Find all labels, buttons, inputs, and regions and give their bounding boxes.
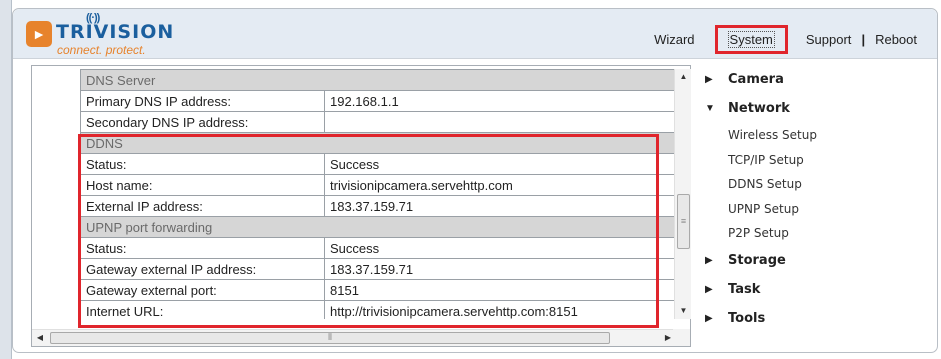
settings-sidebar: ▶ Camera ▼ Network Wireless Setup TCP/IP…: [705, 65, 925, 333]
table-row: Status: Success: [80, 237, 675, 259]
table-section-header: DDNS: [80, 132, 675, 154]
horizontal-scrollbar[interactable]: ◀ ⫴ ▶: [32, 329, 674, 346]
app-frame: ► ((·)) TRIVISION connect. protect. Wiza…: [12, 8, 938, 353]
sidebar-item-task[interactable]: ▶ Task: [705, 275, 925, 304]
nav-system-label: System: [727, 31, 775, 48]
nav-system-link[interactable]: System: [714, 25, 788, 54]
scroll-down-arrow-icon[interactable]: ▼: [675, 303, 692, 319]
triangle-right-icon: ▶: [705, 254, 713, 266]
sidebar-item-network[interactable]: ▼ Network: [705, 94, 925, 123]
sidebar-item-label: Network: [728, 101, 790, 116]
field-label: Internet URL:: [80, 300, 325, 319]
status-panel: DNS Server Primary DNS IP address: 192.168…: [31, 65, 691, 347]
table-row: Gateway external port: 8151: [80, 279, 675, 301]
header-bar: ► ((·)) TRIVISION connect. protect. Wiza…: [13, 9, 937, 59]
brand-logo[interactable]: ► ((·)) TRIVISION connect. protect.: [26, 12, 226, 57]
window-left-edge: [0, 0, 12, 359]
field-value: 183.37.159.71: [324, 258, 675, 280]
sidebar-item-tools[interactable]: ▶ Tools: [705, 304, 925, 333]
field-label: Gateway external IP address:: [80, 258, 325, 280]
triangle-right-icon: ▶: [705, 312, 713, 324]
field-value: 192.168.1.1: [324, 90, 675, 112]
table-row: Gateway external IP address: 183.37.159.7…: [80, 258, 675, 280]
status-table: DNS Server Primary DNS IP address: 192.168…: [80, 69, 675, 319]
status-table-viewport: DNS Server Primary DNS IP address: 192.168…: [80, 69, 675, 319]
field-label: Primary DNS IP address:: [80, 90, 325, 112]
brand-tagline: connect. protect.: [57, 43, 146, 57]
table-row: Status: Success: [80, 153, 675, 175]
triangle-down-icon: ▼: [705, 103, 715, 114]
horizontal-scroll-thumb[interactable]: ⫴: [50, 332, 610, 344]
field-label: Gateway external port:: [80, 279, 325, 301]
table-row: Primary DNS IP address: 192.168.1.1: [80, 90, 675, 112]
sidebar-item-storage[interactable]: ▶ Storage: [705, 246, 925, 275]
section-title: UPNP port forwarding: [80, 216, 675, 238]
sidebar-subitem-wireless-setup[interactable]: Wireless Setup: [705, 123, 925, 148]
scroll-left-arrow-icon[interactable]: ◀: [32, 330, 48, 347]
table-section-header: UPNP port forwarding: [80, 216, 675, 238]
vertical-scrollbar[interactable]: ▲ ≡ ▼: [674, 69, 691, 319]
section-title: DNS Server: [80, 69, 675, 91]
sidebar-subitem-ddns-setup[interactable]: DDNS Setup: [705, 172, 925, 197]
top-navigation: Wizard System Support | Reboot: [650, 25, 921, 54]
vertical-scroll-thumb[interactable]: ≡: [677, 194, 690, 249]
field-label: Status:: [80, 153, 325, 175]
triangle-right-icon: ▶: [705, 283, 713, 295]
field-value: 8151: [324, 279, 675, 301]
table-row: Secondary DNS IP address:: [80, 111, 675, 133]
field-label: External IP address:: [80, 195, 325, 217]
nav-reboot-link[interactable]: Reboot: [871, 32, 921, 47]
logo-mark-icon: ►: [26, 21, 52, 47]
field-value: http://trivisionipcamera.servehttp.com:8…: [324, 300, 675, 319]
table-row: Internet URL: http://trivisionipcamera.se…: [80, 300, 675, 319]
sidebar-item-label: Camera: [728, 72, 784, 87]
table-section-header: DNS Server: [80, 69, 675, 91]
scrollbar-corner: [673, 329, 690, 346]
triangle-right-icon: ▶: [705, 74, 713, 85]
table-row: Host name: trivisionipcamera.servehttp.co…: [80, 174, 675, 196]
nav-support-link[interactable]: Support: [802, 32, 856, 47]
field-label: Status:: [80, 237, 325, 259]
sidebar-item-label: Storage: [728, 252, 786, 268]
nav-separator: |: [861, 32, 866, 47]
field-value: Success: [324, 153, 675, 175]
brand-name: TRIVISION: [56, 21, 175, 43]
sidebar-subitem-upnp-setup[interactable]: UPNP Setup: [705, 197, 925, 222]
sidebar-item-camera[interactable]: ▶ Camera: [705, 65, 925, 94]
sidebar-subitem-p2p-setup[interactable]: P2P Setup: [705, 221, 925, 246]
field-label: Secondary DNS IP address:: [80, 111, 325, 133]
section-title: DDNS: [80, 132, 675, 154]
sidebar-item-label: Tools: [728, 310, 766, 326]
field-label: Host name:: [80, 174, 325, 196]
sidebar-subitem-tcpip-setup[interactable]: TCP/IP Setup: [705, 148, 925, 173]
nav-wizard-link[interactable]: Wizard: [650, 32, 698, 47]
field-value: trivisionipcamera.servehttp.com: [324, 174, 675, 196]
scroll-up-arrow-icon[interactable]: ▲: [675, 69, 692, 85]
field-value: [324, 111, 675, 133]
table-row: External IP address: 183.37.159.71: [80, 195, 675, 217]
field-value: Success: [324, 237, 675, 259]
sidebar-item-label: Task: [728, 281, 761, 297]
field-value: 183.37.159.71: [324, 195, 675, 217]
